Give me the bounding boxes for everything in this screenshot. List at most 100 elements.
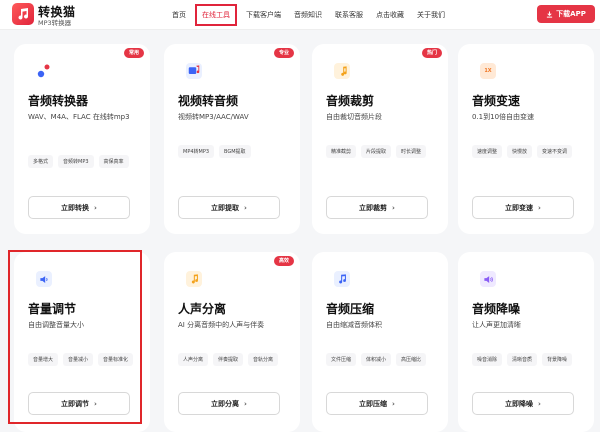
card-tags: 音量增大 音量减小 音量标准化 — [28, 353, 143, 366]
nav-contact-support[interactable]: 联系客服 — [335, 10, 363, 20]
chevron-right-icon: › — [392, 203, 395, 212]
card-tag: 片段提取 — [361, 145, 392, 158]
speed-now-button[interactable]: 立即变速 › — [472, 196, 574, 219]
nav-online-tools[interactable]: 在线工具 — [195, 4, 237, 26]
card-tag: 音量减小 — [63, 353, 94, 366]
card-tag: 体积减小 — [361, 353, 392, 366]
download-app-button[interactable]: 下载APP — [537, 5, 595, 23]
download-app-label: 下载APP — [556, 10, 586, 18]
button-label: 立即降噪 — [505, 399, 534, 408]
card-title: 音频压缩 — [326, 302, 375, 316]
nav-download-client[interactable]: 下载客户端 — [246, 10, 281, 20]
card-tag: 高压缩比 — [396, 353, 427, 366]
button-label: 立即分离 — [211, 399, 240, 408]
chevron-right-icon: › — [94, 203, 97, 212]
nav-bookmark[interactable]: 点击收藏 — [376, 10, 404, 20]
cut-now-button[interactable]: 立即裁剪 › — [326, 196, 428, 219]
app-logo-icon[interactable] — [12, 3, 34, 25]
card-description: 0.1到10倍自由变速 — [472, 113, 535, 121]
card-tag: 音量增大 — [28, 353, 59, 366]
card-title: 音量调节 — [28, 302, 77, 316]
card-tag: BGM提取 — [219, 145, 251, 158]
chevron-right-icon: › — [94, 399, 97, 408]
chevron-right-icon: › — [538, 399, 541, 408]
video-note-icon — [186, 63, 202, 79]
card-tags: MP4转MP3 BGM提取 — [178, 145, 293, 158]
top-header: 转换猫 MP3转换器 首页 在线工具 下载客户端 音频知识 联系客服 点击收藏 … — [0, 0, 600, 30]
tool-card-volume-adjust[interactable]: 音量调节 自由调整音量大小 音量增大 音量减小 音量标准化 立即调节 › — [14, 252, 150, 432]
chevron-right-icon: › — [244, 399, 247, 408]
volume-icon — [36, 271, 52, 287]
card-tag: 时长调整 — [396, 145, 427, 158]
tool-card-audio-denoise[interactable]: 音频降噪 让人声更加清晰 噪音消除 清晰音质 背景降噪 立即降噪 › — [458, 252, 594, 432]
audio-dots-icon — [36, 63, 52, 79]
denoise-icon — [480, 271, 496, 287]
card-description: 视频转MP3/AAC/WAV — [178, 113, 249, 121]
card-badge: 高效 — [273, 256, 294, 266]
compress-now-button[interactable]: 立即压缩 › — [326, 392, 428, 415]
card-tag: 人声分离 — [178, 353, 209, 366]
card-tags: 多格式 音频转MP3 高保真率 — [28, 155, 143, 168]
separate-now-button[interactable]: 立即分离 › — [178, 392, 280, 415]
chevron-right-icon: › — [244, 203, 247, 212]
card-tags: 噪音消除 清晰音质 背景降噪 — [472, 353, 587, 366]
card-tag: 精准截剪 — [326, 145, 357, 158]
button-label: 立即转换 — [61, 203, 90, 212]
card-title: 视频转音频 — [178, 94, 239, 108]
button-label: 立即压缩 — [359, 399, 388, 408]
adjust-now-button[interactable]: 立即调节 › — [28, 392, 130, 415]
card-tag: 背景降噪 — [542, 353, 573, 366]
vocal-separate-icon — [186, 271, 202, 287]
denoise-now-button[interactable]: 立即降噪 › — [472, 392, 574, 415]
nav-about-us[interactable]: 关于我们 — [417, 10, 445, 20]
card-tags: 精准截剪 片段提取 时长调整 — [326, 145, 441, 158]
tool-card-audio-compress[interactable]: 音频压缩 自由缩减音频体积 文件压缩 体积减小 高压缩比 立即压缩 › — [312, 252, 448, 432]
card-title: 音频变速 — [472, 94, 521, 108]
card-tag: 快慢放 — [507, 145, 533, 158]
button-label: 立即调节 — [61, 399, 90, 408]
card-tag: 文件压缩 — [326, 353, 357, 366]
download-icon — [547, 10, 553, 18]
card-tag: 音量标准化 — [98, 353, 134, 366]
card-tag: 多格式 — [28, 155, 54, 168]
card-badge: 热门 — [421, 48, 442, 58]
tool-card-audio-cut[interactable]: 热门 音频裁剪 自由裁切音频片段 精准截剪 片段提取 时长调整 立即裁剪 › — [312, 44, 448, 234]
convert-now-button[interactable]: 立即转换 › — [28, 196, 130, 219]
card-title: 音频降噪 — [472, 302, 521, 316]
card-tag: MP4转MP3 — [178, 145, 215, 158]
card-tag: 音频转MP3 — [58, 155, 94, 168]
card-title: 人声分离 — [178, 302, 227, 316]
tool-card-video-to-audio[interactable]: 专业 视频转音频 视频转MP3/AAC/WAV MP4转MP3 BGM提取 立即… — [164, 44, 300, 234]
tool-card-audio-converter[interactable]: 常用 音频转换器 WAV、M4A、FLAC 在线转mp3 多格式 音频转MP3 … — [14, 44, 150, 234]
speed-icon-text: 1X — [484, 68, 492, 74]
card-tag: 速度调整 — [472, 145, 503, 158]
card-description: AI 分离音频中的人声与伴奏 — [178, 321, 265, 329]
button-label: 立即裁剪 — [359, 203, 388, 212]
card-title: 音频裁剪 — [326, 94, 375, 108]
compress-icon — [334, 271, 350, 287]
card-tag: 噪音消除 — [472, 353, 503, 366]
main-nav: 首页 在线工具 下载客户端 音频知识 联系客服 点击收藏 关于我们 — [172, 0, 458, 30]
button-label: 立即提取 — [211, 203, 240, 212]
card-description: 自由裁切音频片段 — [326, 113, 382, 121]
card-tag: 伴奏提取 — [213, 353, 244, 366]
card-description: WAV、M4A、FLAC 在线转mp3 — [28, 113, 130, 121]
button-label: 立即变速 — [505, 203, 534, 212]
brand-subtitle: MP3转换器 — [38, 19, 72, 27]
card-description: 自由调整音量大小 — [28, 321, 84, 329]
card-tag: 清晰音质 — [507, 353, 538, 366]
card-tag: 变速不变调 — [537, 145, 573, 158]
music-logo-glyph — [18, 8, 29, 20]
chevron-right-icon: › — [392, 399, 395, 408]
card-badge: 常用 — [123, 48, 144, 58]
extract-now-button[interactable]: 立即提取 › — [178, 196, 280, 219]
card-description: 让人声更加清晰 — [472, 321, 521, 329]
nav-audio-knowledge[interactable]: 音频知识 — [294, 10, 322, 20]
speed-1x-icon: 1X — [480, 63, 496, 79]
card-tags: 速度调整 快慢放 变速不变调 — [472, 145, 587, 158]
card-tag: 高保真率 — [98, 155, 129, 168]
card-tags: 文件压缩 体积减小 高压缩比 — [326, 353, 441, 366]
tool-card-audio-speed[interactable]: 1X 音频变速 0.1到10倍自由变速 速度调整 快慢放 变速不变调 立即变速 … — [458, 44, 594, 234]
tool-card-vocal-separation[interactable]: 高效 人声分离 AI 分离音频中的人声与伴奏 人声分离 伴奏提取 音轨分离 立即… — [164, 252, 300, 432]
nav-home[interactable]: 首页 — [172, 10, 186, 20]
